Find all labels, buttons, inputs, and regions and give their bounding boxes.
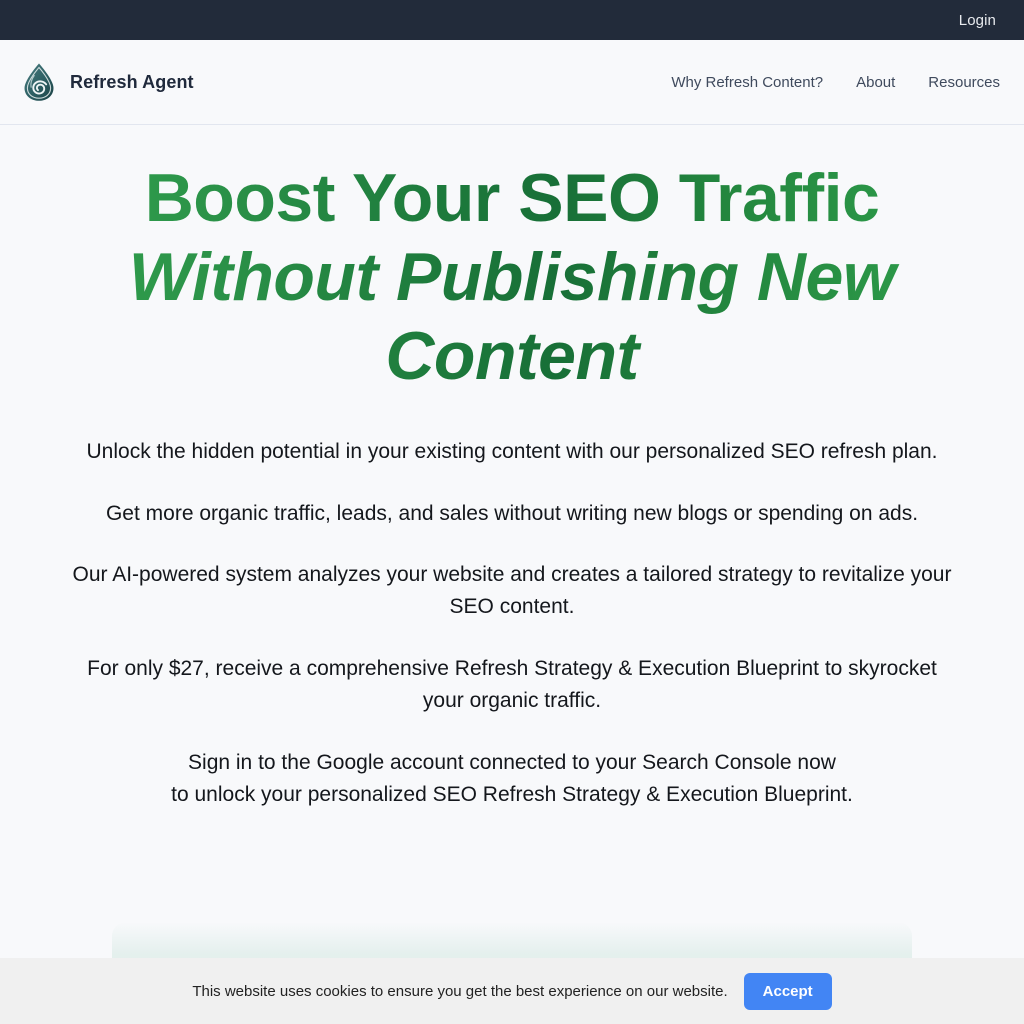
hero-paragraph-2: Get more organic traffic, leads, and sal…	[105, 501, 919, 525]
primary-navigation: Why Refresh Content? About Resources	[671, 74, 1000, 91]
nav-link-why-refresh-content[interactable]: Why Refresh Content?	[671, 74, 823, 91]
nav-link-resources[interactable]: Resources	[928, 74, 1000, 91]
top-utility-bar: Login	[0, 0, 1024, 40]
hero-paragraph-4: For only $27, receive a comprehensive Re…	[87, 657, 937, 713]
brand-home-link[interactable]: Refresh Agent	[22, 62, 194, 102]
page-title-line-2: Without Publishing New	[128, 238, 896, 315]
hero-signin-line-1: Sign in to the Google account connected …	[188, 751, 836, 775]
hero-section: Boost Your SEO Traffic Without Publishin…	[0, 125, 1024, 811]
cookie-consent-message: This website uses cookies to ensure you …	[192, 982, 728, 1000]
brand-name: Refresh Agent	[70, 71, 194, 92]
hero-paragraph-1: Unlock the hidden potential in your exis…	[86, 439, 938, 463]
cookie-accept-button[interactable]: Accept	[743, 972, 832, 1010]
water-drop-spiral-logo-icon	[22, 62, 56, 102]
cookie-consent-bar: This website uses cookies to ensure you …	[0, 958, 1024, 1024]
site-header: Refresh Agent Why Refresh Content? About…	[0, 40, 1024, 125]
hero-paragraph-3: Our AI-powered system analyzes your webs…	[72, 563, 952, 619]
login-link[interactable]: Login	[959, 13, 996, 28]
nav-link-about[interactable]: About	[856, 74, 895, 91]
page-title: Boost Your SEO Traffic Without Publishin…	[72, 159, 952, 396]
page-title-line-3: Content	[385, 317, 639, 394]
hero-body-copy: Unlock the hidden potential in your exis…	[40, 436, 984, 811]
hero-signin-line-2: to unlock your personalized SEO Refresh …	[171, 782, 853, 806]
hero-signin-callout: Sign in to the Google account connected …	[72, 747, 952, 811]
page-title-line-1: Boost Your SEO Traffic	[144, 160, 880, 236]
